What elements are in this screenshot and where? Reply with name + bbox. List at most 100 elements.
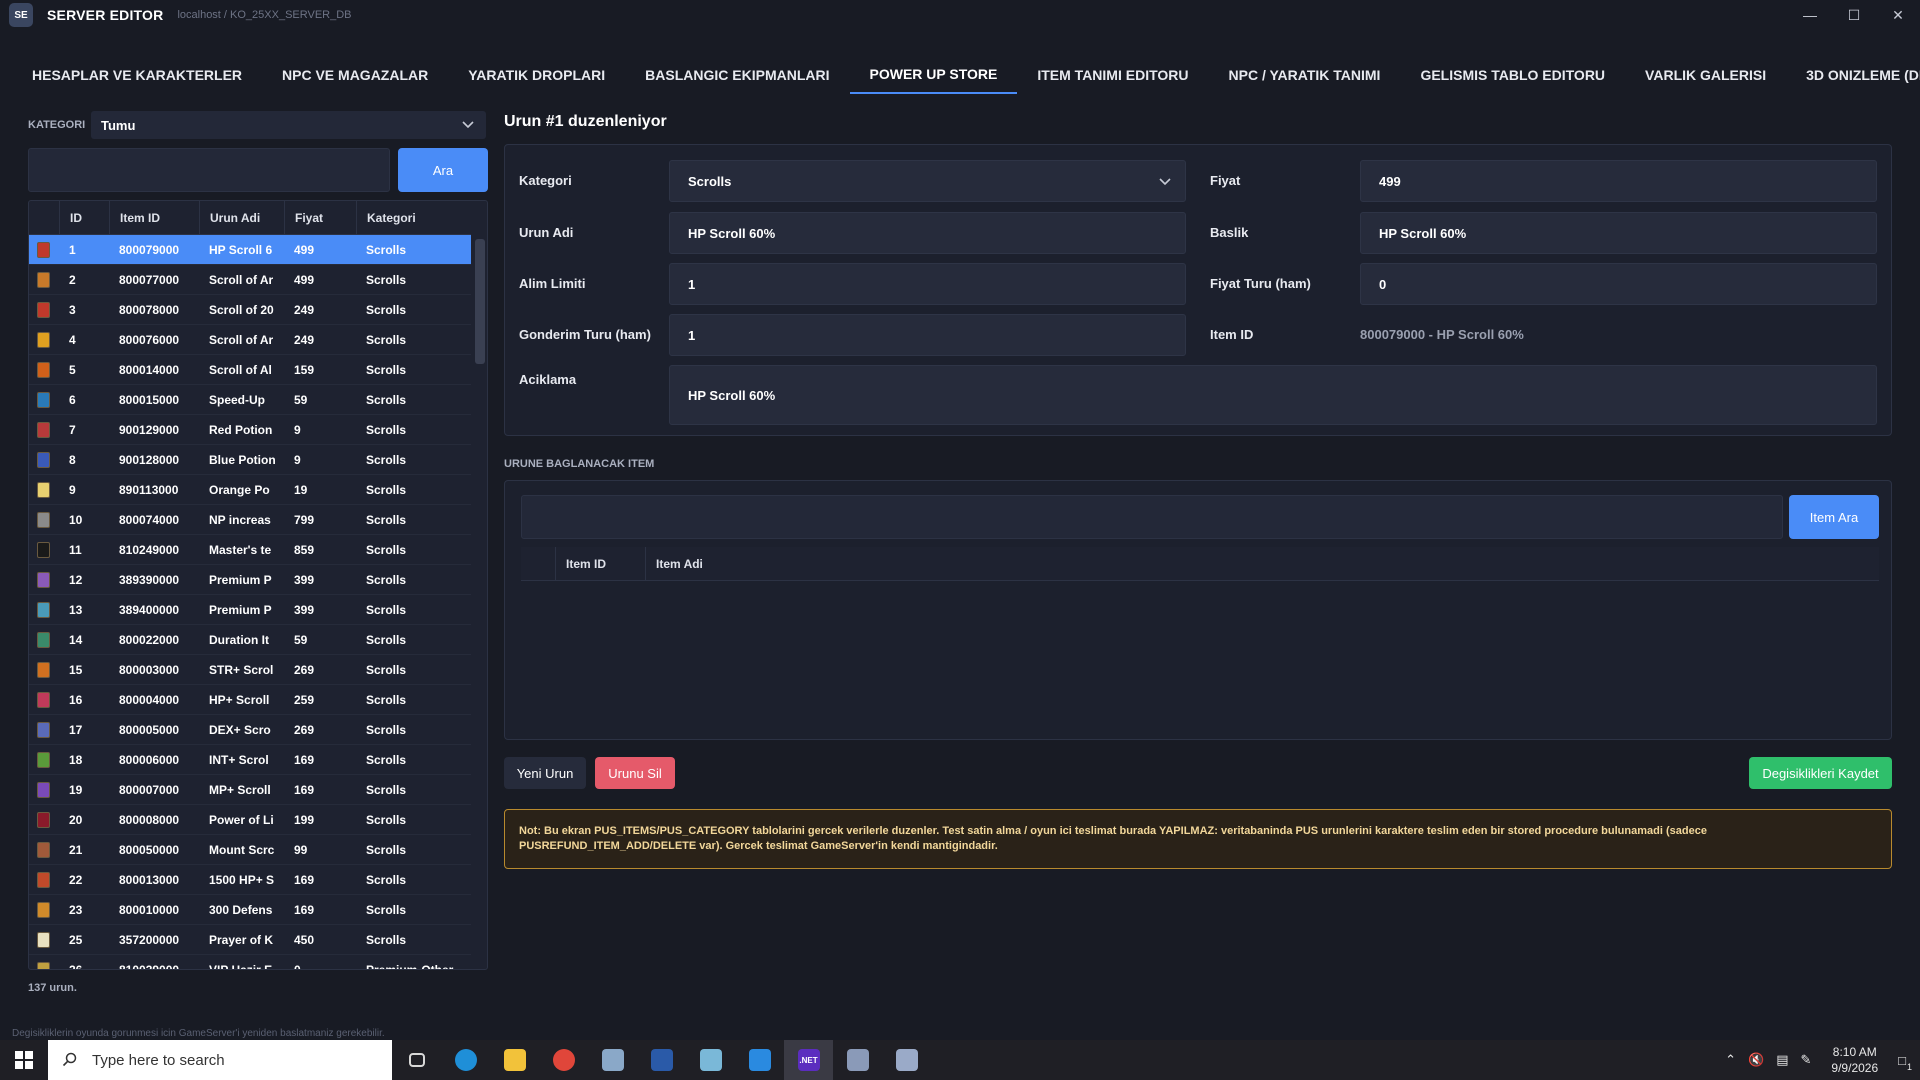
network-icon[interactable]: ▤: [1776, 1052, 1788, 1068]
close-icon[interactable]: ✕: [1876, 0, 1920, 30]
item-icon-cell: [29, 355, 59, 385]
cell-id: 2: [69, 272, 76, 287]
scroll-item-icon: [37, 661, 50, 678]
table-row[interactable]: 14 800022000 Duration It 59 Scrolls: [29, 625, 471, 655]
tab-gelismis-tablo-editoru[interactable]: GELISMIS TABLO EDITORU: [1400, 56, 1625, 94]
category-select[interactable]: Scrolls: [669, 160, 1186, 202]
tab-yaratik-droplari[interactable]: YARATIK DROPLARI: [448, 56, 625, 94]
table-row[interactable]: 3 800078000 Scroll of 20 249 Scrolls: [29, 295, 471, 325]
search-button[interactable]: Ara: [398, 148, 488, 192]
maximize-icon[interactable]: ☐: [1832, 0, 1876, 30]
notification-icon[interactable]: □ 1: [1898, 1053, 1912, 1072]
table-row[interactable]: 10 800074000 NP increas 799 Scrolls: [29, 505, 471, 535]
table-row[interactable]: 22 800013000 1500 HP+ S 169 Scrolls: [29, 865, 471, 895]
dotnet-icon[interactable]: .NET: [784, 1040, 833, 1080]
table-row[interactable]: 16 800004000 HP+ Scroll 259 Scrolls: [29, 685, 471, 715]
table-row[interactable]: 12 389390000 Premium P 399 Scrolls: [29, 565, 471, 595]
delete-product-button[interactable]: Urunu Sil: [595, 757, 675, 789]
speaker-muted-icon[interactable]: 🔇: [1748, 1052, 1764, 1068]
cell-price: 59: [294, 632, 308, 647]
table-row[interactable]: 9 890113000 Orange Po 19 Scrolls: [29, 475, 471, 505]
table-row[interactable]: 23 800010000 300 Defens 169 Scrolls: [29, 895, 471, 925]
cell-product-name: Scroll of Ar: [209, 332, 274, 347]
table-row[interactable]: 17 800005000 DEX+ Scro 269 Scrolls: [29, 715, 471, 745]
product-name-input[interactable]: HP Scroll 60%: [669, 212, 1186, 254]
edge-icon[interactable]: [441, 1040, 490, 1080]
app-icon-2[interactable]: [833, 1040, 882, 1080]
cell-category: Scrolls: [366, 842, 407, 857]
tab-npc-ve-magazalar[interactable]: NPC VE MAGAZALAR: [262, 56, 448, 94]
clock[interactable]: 8:10 AM 9/9/2026: [1831, 1044, 1878, 1076]
cell-item-id: 800005000: [119, 722, 180, 737]
category-filter-select[interactable]: Tumu: [91, 111, 486, 139]
windows-start-icon[interactable]: [0, 1040, 48, 1080]
table-row[interactable]: 21 800050000 Mount Scrc 99 Scrolls: [29, 835, 471, 865]
column-header-product-name[interactable]: Urun Adi: [199, 201, 284, 235]
price-type-input[interactable]: 0: [1360, 263, 1877, 305]
column-header-item-id[interactable]: Item ID: [555, 546, 645, 581]
pen-icon[interactable]: ✎: [1801, 1052, 1812, 1068]
save-changes-button[interactable]: Degisiklikleri Kaydet: [1749, 757, 1892, 789]
delivery-type-input[interactable]: 1: [669, 314, 1186, 356]
app-icon[interactable]: [588, 1040, 637, 1080]
cell-category: Scrolls: [366, 332, 407, 347]
tab-npc-yaratik-tanimi[interactable]: NPC / YARATIK TANIMI: [1209, 56, 1401, 94]
table-row[interactable]: 8 900128000 Blue Potion 9 Scrolls: [29, 445, 471, 475]
cell-item-id: 800078000: [119, 302, 180, 317]
app-icon-3[interactable]: [882, 1040, 931, 1080]
table-row[interactable]: 15 800003000 STR+ Scrol 269 Scrolls: [29, 655, 471, 685]
item-search-button[interactable]: Item Ara: [1789, 495, 1879, 539]
chrome-icon[interactable]: [539, 1040, 588, 1080]
vscode-icon[interactable]: [735, 1040, 784, 1080]
column-header-item-name[interactable]: Item Adi: [645, 546, 1879, 581]
file-explorer-icon[interactable]: [490, 1040, 539, 1080]
price-input[interactable]: 499: [1360, 160, 1877, 202]
table-row[interactable]: 11 810249000 Master's te 859 Scrolls: [29, 535, 471, 565]
table-row[interactable]: 25 357200000 Prayer of K 450 Scrolls: [29, 925, 471, 955]
title-bar: SE SERVER EDITOR localhost / KO_25XX_SER…: [0, 0, 1920, 30]
cell-id: 11: [69, 542, 82, 557]
cell-price: 249: [294, 332, 315, 347]
table-row[interactable]: 6 800015000 Speed-Up 59 Scrolls: [29, 385, 471, 415]
cell-category: Scrolls: [366, 692, 407, 707]
table-row[interactable]: 4 800076000 Scroll of Ar 249 Scrolls: [29, 325, 471, 355]
column-header-item-id[interactable]: Item ID: [109, 201, 199, 235]
powershell-icon[interactable]: [637, 1040, 686, 1080]
title-input[interactable]: HP Scroll 60%: [1360, 212, 1877, 254]
cell-price: 199: [294, 812, 315, 827]
cell-id: 18: [69, 752, 83, 767]
table-row[interactable]: 13 389400000 Premium P 399 Scrolls: [29, 595, 471, 625]
table-row[interactable]: 1 800079000 HP Scroll 6 499 Scrolls: [29, 235, 471, 265]
table-row[interactable]: 18 800006000 INT+ Scrol 169 Scrolls: [29, 745, 471, 775]
table-row[interactable]: 2 800077000 Scroll of Ar 499 Scrolls: [29, 265, 471, 295]
product-search-input[interactable]: [28, 148, 390, 192]
tab-item-tanimi-editoru[interactable]: ITEM TANIMI EDITORU: [1017, 56, 1208, 94]
new-product-button[interactable]: Yeni Urun: [504, 757, 586, 789]
task-view-icon[interactable]: [392, 1040, 441, 1080]
column-header-price[interactable]: Fiyat: [284, 201, 356, 235]
notepad-icon[interactable]: [686, 1040, 735, 1080]
tab-power-up-store[interactable]: POWER UP STORE: [849, 56, 1018, 94]
tab-varlik-galerisi[interactable]: VARLIK GALERISI: [1625, 56, 1786, 94]
table-row[interactable]: 7 900129000 Red Potion 9 Scrolls: [29, 415, 471, 445]
item-search-input[interactable]: [521, 495, 1783, 539]
table-scrollbar[interactable]: [475, 239, 485, 364]
chevron-up-icon[interactable]: ⌃: [1725, 1052, 1736, 1068]
tab-baslangic-ekipmanlari[interactable]: BASLANGIC EKIPMANLARI: [625, 56, 849, 94]
column-header-category[interactable]: Kategori: [356, 201, 471, 235]
cell-product-name: 300 Defens: [209, 902, 273, 917]
column-header-id[interactable]: ID: [59, 201, 109, 235]
item-icon-cell: [29, 775, 59, 805]
tab-hesaplar-ve-karakterler[interactable]: HESAPLAR VE KARAKTERLER: [12, 56, 262, 94]
taskbar-search-box[interactable]: Type here to search: [48, 1040, 392, 1080]
icon-column-header: [521, 547, 555, 581]
description-input[interactable]: HP Scroll 60%: [669, 365, 1877, 425]
minimize-icon[interactable]: —: [1788, 0, 1832, 30]
table-row[interactable]: 20 800008000 Power of Li 199 Scrolls: [29, 805, 471, 835]
purchase-limit-input[interactable]: 1: [669, 263, 1186, 305]
tab-3d-onizleme-deneysel[interactable]: 3D ONIZLEME (DENEYSEL): [1786, 56, 1920, 94]
table-row[interactable]: 26 810039000 VIP Hazir E 0 Premium-Other: [29, 955, 471, 969]
cell-id: 7: [69, 422, 76, 437]
table-row[interactable]: 19 800007000 MP+ Scroll 169 Scrolls: [29, 775, 471, 805]
table-row[interactable]: 5 800014000 Scroll of Al 159 Scrolls: [29, 355, 471, 385]
